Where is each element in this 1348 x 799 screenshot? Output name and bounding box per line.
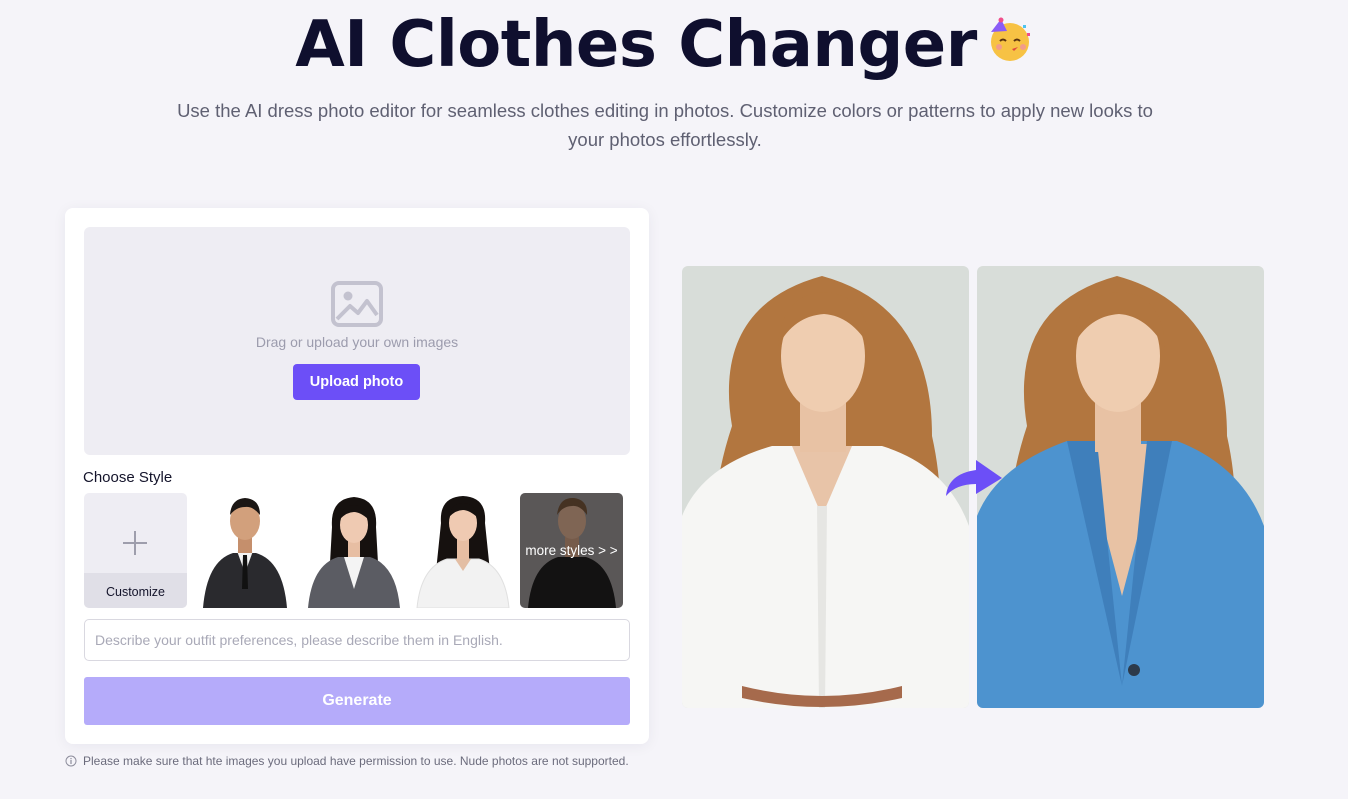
page-title: AI Clothes Changer <box>0 8 1328 82</box>
permission-notice: Please make sure that hte images you upl… <box>65 754 629 768</box>
style-option-gray-suit-woman[interactable] <box>302 493 405 608</box>
page-subtitle: Use the AI dress photo editor for seamle… <box>177 100 1153 150</box>
style-option-white-shirt-woman[interactable] <box>411 493 514 608</box>
style-thumbnail-image <box>193 493 296 608</box>
page-title-text: AI Clothes Changer <box>295 8 977 82</box>
style-option-business-suit-man[interactable] <box>193 493 296 608</box>
before-photo <box>682 266 969 708</box>
customize-label: Customize <box>84 573 187 608</box>
upload-photo-button[interactable]: Upload photo <box>293 364 420 400</box>
more-styles-label: more styles > > <box>525 543 618 558</box>
before-example-image <box>682 266 969 708</box>
plus-icon <box>123 531 147 555</box>
outfit-description-input[interactable] <box>84 619 630 661</box>
transform-arrow-icon <box>946 460 1002 496</box>
style-list: Customize more styles > > <box>83 493 623 609</box>
choose-style-label: Choose Style <box>83 469 173 486</box>
generate-button[interactable]: Generate <box>84 677 630 725</box>
editor-card: Drag or upload your own images Upload ph… <box>65 208 649 744</box>
style-thumbnail-image <box>302 493 405 608</box>
info-icon <box>65 755 77 767</box>
customize-style-option[interactable]: Customize <box>84 493 187 608</box>
image-placeholder-icon <box>331 281 383 327</box>
after-example-image <box>977 266 1264 708</box>
party-face-emoji-icon <box>990 17 1030 62</box>
dropzone-text: Drag or upload your own images <box>255 334 459 350</box>
style-thumbnail-image <box>411 493 514 608</box>
more-styles-button[interactable]: more styles > > <box>520 493 623 608</box>
permission-notice-text: Please make sure that hte images you upl… <box>83 754 629 768</box>
image-dropzone[interactable]: Drag or upload your own images Upload ph… <box>84 227 630 455</box>
after-photo <box>977 266 1264 708</box>
